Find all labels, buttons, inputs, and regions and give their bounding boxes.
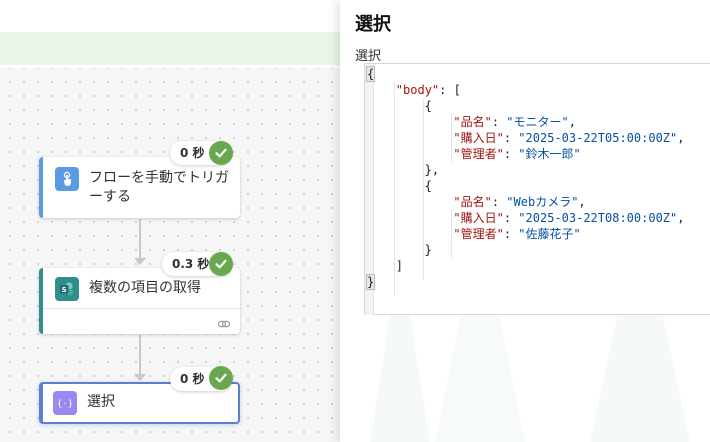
json-line: "品名": "Webカメラ", bbox=[453, 195, 586, 209]
json-line: { bbox=[424, 99, 432, 113]
json-line: "管理者": "鈴木一郎" bbox=[453, 147, 581, 161]
hand-touch-icon bbox=[55, 167, 79, 191]
connector-line bbox=[139, 219, 141, 259]
card-divider bbox=[43, 308, 240, 309]
get-items-step-card[interactable]: S 複数の項目の取得 bbox=[39, 268, 240, 334]
json-line: }, bbox=[424, 163, 440, 177]
connector-line bbox=[139, 335, 141, 375]
json-line: ] bbox=[395, 259, 404, 273]
svg-text:{·}: {·} bbox=[57, 400, 73, 410]
success-check-icon bbox=[209, 366, 233, 390]
json-line: "body": [ bbox=[395, 83, 461, 97]
link-icon[interactable] bbox=[217, 315, 231, 334]
sharepoint-icon: S bbox=[55, 277, 79, 301]
output-label: 選択 bbox=[355, 49, 382, 64]
panel-title: 選択 bbox=[355, 14, 391, 35]
json-line: "管理者": "佐藤花子" bbox=[453, 227, 581, 241]
step-title: 複数の項目の取得 bbox=[89, 280, 201, 296]
run-status-banner bbox=[0, 32, 340, 65]
success-check-icon bbox=[209, 252, 233, 276]
connector-arrow bbox=[134, 258, 146, 265]
trigger-step-card[interactable]: フローを手動でトリガーする bbox=[39, 157, 240, 218]
select-data-operation-icon: {·} bbox=[53, 391, 77, 415]
json-output-viewer[interactable]: { "body": [ { "品名": "モニター", "購入日": "2025-03-… bbox=[364, 63, 710, 315]
json-line: } bbox=[365, 274, 376, 290]
action-details-panel: 選択 選択 { "body": [ { "品名": "モニター", "購入日": "20… bbox=[340, 0, 710, 442]
step-title: 選択 bbox=[87, 394, 115, 410]
svg-text:S: S bbox=[62, 286, 67, 294]
json-line: { bbox=[424, 179, 432, 193]
json-line: "購入日": "2025-03-22T05:00:00Z", bbox=[453, 131, 685, 145]
json-line: { bbox=[365, 66, 376, 82]
success-check-icon bbox=[209, 141, 233, 165]
flow-canvas[interactable]: フローを手動でトリガーする 0 秒 S 複数の項目の取得 0.3 秒 {·} 選… bbox=[0, 0, 340, 442]
json-line: } bbox=[424, 243, 432, 257]
connector-arrow bbox=[134, 374, 146, 381]
json-line: "購入日": "2025-03-22T08:00:00Z", bbox=[453, 211, 685, 225]
step-title: フローを手動でトリガーする bbox=[89, 170, 229, 205]
canvas-header bbox=[0, 0, 340, 32]
json-line: "品名": "モニター", bbox=[453, 115, 576, 129]
